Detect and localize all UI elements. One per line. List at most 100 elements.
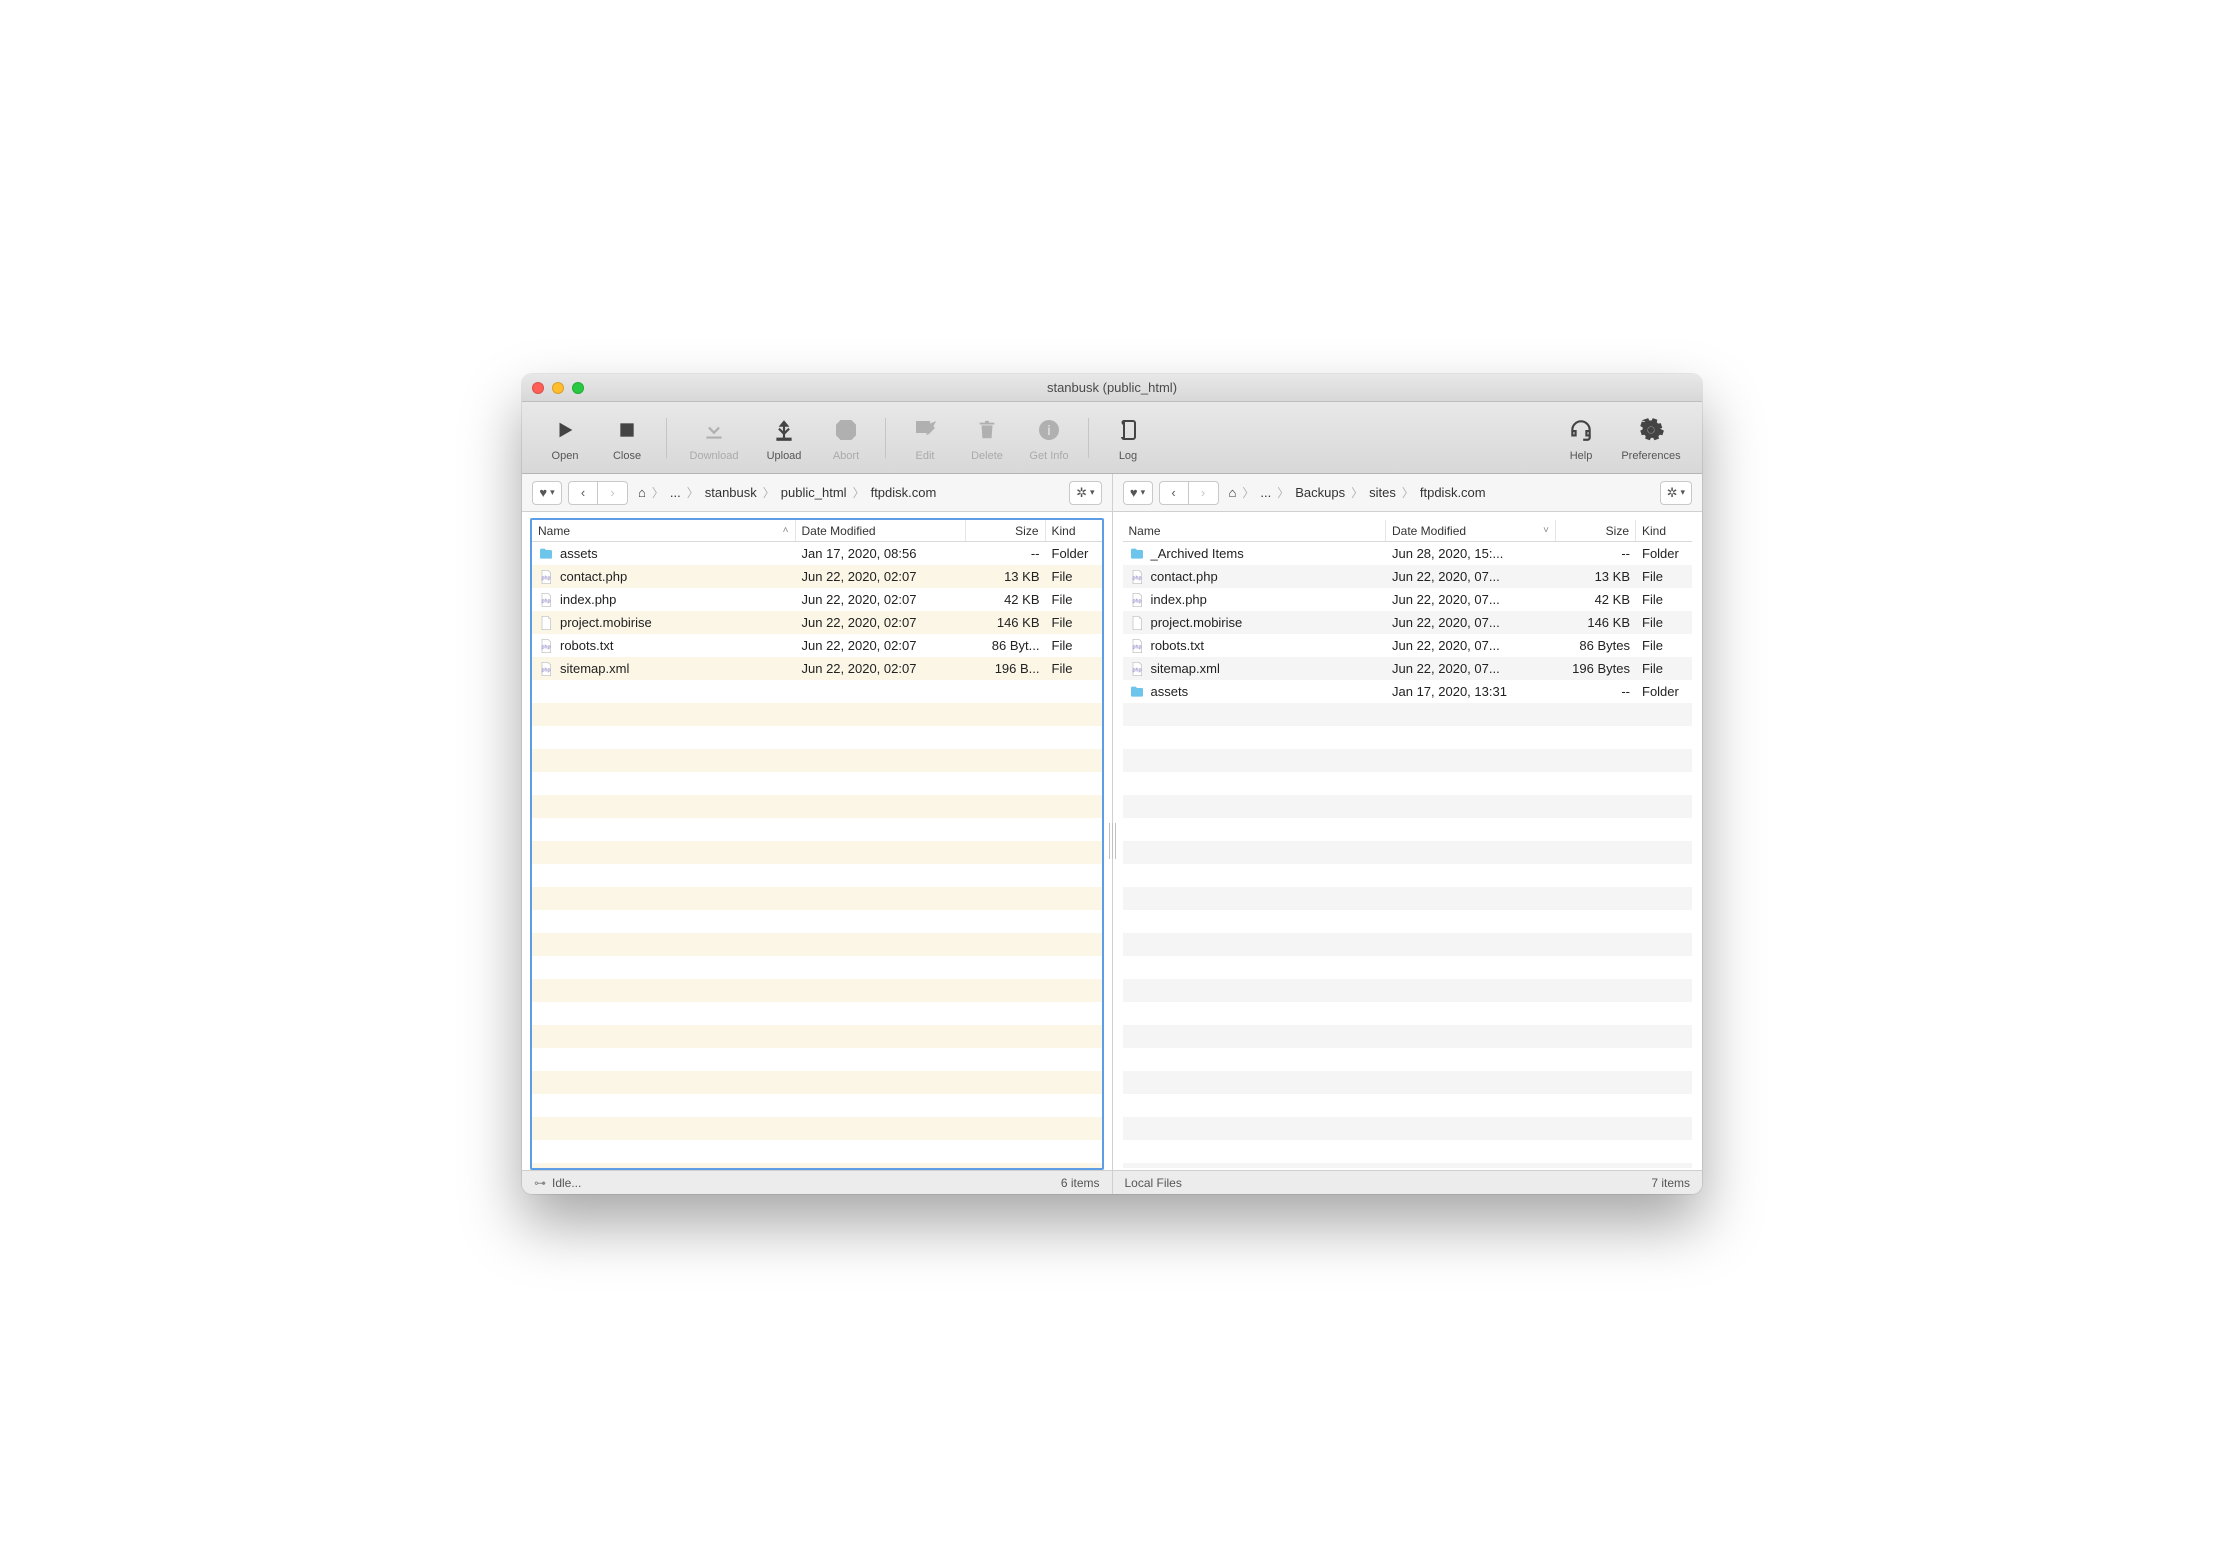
status-text: Idle... (552, 1176, 581, 1190)
file-kind: Folder (1636, 684, 1692, 699)
abort-icon (830, 414, 862, 446)
file-date: Jan 17, 2020, 08:56 (796, 546, 966, 561)
breadcrumb-item[interactable]: ftpdisk.com (867, 483, 941, 502)
edit-button[interactable]: Edit (894, 414, 956, 462)
file-date: Jun 22, 2020, 02:07 (796, 638, 966, 653)
home-icon[interactable]: ⌂ (634, 483, 650, 502)
file-size: 146 KB (966, 615, 1046, 630)
file-date: Jan 17, 2020, 13:31 (1386, 684, 1556, 699)
table-row[interactable]: phpcontact.phpJun 22, 2020, 07...13 KBFi… (1123, 565, 1693, 588)
table-row[interactable]: phpcontact.phpJun 22, 2020, 02:0713 KBFi… (532, 565, 1102, 588)
breadcrumb-item[interactable]: ftpdisk.com (1416, 483, 1490, 502)
empty-row (532, 933, 1102, 956)
forward-button[interactable]: › (598, 481, 628, 505)
zoom-window-button[interactable] (572, 382, 584, 394)
actions-menu-button[interactable]: ✲ ▾ (1660, 481, 1692, 505)
left-pathbar: ♥ ▾ ‹ › ⌂〉 ...〉 stanbusk〉 public_html〉 f… (522, 474, 1113, 511)
download-button[interactable]: Download (675, 414, 753, 462)
file-kind: File (1636, 638, 1692, 653)
trash-icon (971, 414, 1003, 446)
actions-menu-button[interactable]: ✲ ▾ (1069, 481, 1101, 505)
file-date: Jun 22, 2020, 07... (1386, 569, 1556, 584)
file-kind: File (1046, 615, 1102, 630)
column-date[interactable]: Date Modified (796, 520, 966, 541)
help-button[interactable]: Help (1550, 414, 1612, 462)
file-size: 13 KB (1556, 569, 1636, 584)
column-name[interactable]: Name (1123, 520, 1387, 541)
empty-row (532, 887, 1102, 910)
back-button[interactable]: ‹ (1159, 481, 1189, 505)
getinfo-button[interactable]: i Get Info (1018, 414, 1080, 462)
column-kind[interactable]: Kind (1636, 520, 1692, 541)
svg-text:php: php (1132, 667, 1141, 673)
breadcrumb-ellipsis[interactable]: ... (666, 483, 685, 502)
file-size: 42 KB (966, 592, 1046, 607)
table-row[interactable]: phpindex.phpJun 22, 2020, 07...42 KBFile (1123, 588, 1693, 611)
php-icon: php (538, 661, 554, 677)
table-row[interactable]: phpsitemap.xmlJun 22, 2020, 02:07196 B..… (532, 657, 1102, 680)
column-size[interactable]: Size (966, 520, 1046, 541)
table-row[interactable]: phpindex.phpJun 22, 2020, 02:0742 KBFile (532, 588, 1102, 611)
download-icon (698, 414, 730, 446)
empty-row (1123, 956, 1693, 979)
headset-icon (1565, 414, 1597, 446)
breadcrumb-item[interactable]: public_html (777, 483, 851, 502)
column-date[interactable]: Date Modified˅ (1386, 520, 1556, 541)
breadcrumb[interactable]: ⌂〉 ...〉 stanbusk〉 public_html〉 ftpdisk.c… (634, 483, 940, 502)
log-button[interactable]: Log (1097, 414, 1159, 462)
column-name[interactable]: Name˄ (532, 520, 796, 541)
empty-row (532, 1002, 1102, 1025)
breadcrumb-item[interactable]: Backups (1291, 483, 1349, 502)
titlebar[interactable]: stanbusk (public_html) (522, 374, 1702, 402)
table-row[interactable]: phprobots.txtJun 22, 2020, 07...86 Bytes… (1123, 634, 1693, 657)
empty-row (532, 979, 1102, 1002)
table-row[interactable]: project.mobiriseJun 22, 2020, 02:07146 K… (532, 611, 1102, 634)
favorites-button[interactable]: ♥ ▾ (1123, 481, 1153, 505)
close-window-button[interactable] (532, 382, 544, 394)
table-row[interactable]: phpsitemap.xmlJun 22, 2020, 07...196 Byt… (1123, 657, 1693, 680)
table-row[interactable]: project.mobiriseJun 22, 2020, 07...146 K… (1123, 611, 1693, 634)
back-button[interactable]: ‹ (568, 481, 598, 505)
delete-button[interactable]: Delete (956, 414, 1018, 462)
folder-icon (1129, 684, 1145, 700)
local-file-list[interactable]: Name Date Modified˅ Size Kind _Archived … (1121, 518, 1695, 1170)
breadcrumb[interactable]: ⌂〉 ...〉 Backups〉 sites〉 ftpdisk.com (1225, 483, 1490, 502)
empty-row (532, 1094, 1102, 1117)
sort-desc-icon: ˅ (1543, 525, 1549, 536)
upload-button[interactable]: Upload (753, 414, 815, 462)
empty-row (1123, 1163, 1693, 1168)
svg-text:php: php (1132, 575, 1141, 581)
favorites-button[interactable]: ♥ ▾ (532, 481, 562, 505)
file-size: 146 KB (1556, 615, 1636, 630)
breadcrumb-item[interactable]: sites (1365, 483, 1400, 502)
file-name: project.mobirise (1151, 615, 1243, 630)
open-button[interactable]: Open (534, 414, 596, 462)
svg-text:php: php (542, 644, 551, 650)
table-row[interactable]: _Archived ItemsJun 28, 2020, 15:...--Fol… (1123, 542, 1693, 565)
empty-row (1123, 818, 1693, 841)
file-name: _Archived Items (1151, 546, 1244, 561)
gear-icon (1635, 414, 1667, 446)
close-button[interactable]: Close (596, 414, 658, 462)
file-name: index.php (1151, 592, 1207, 607)
table-row[interactable]: assetsJan 17, 2020, 13:31--Folder (1123, 680, 1693, 703)
table-row[interactable]: phprobots.txtJun 22, 2020, 02:0786 Byt..… (532, 634, 1102, 657)
empty-row (532, 1025, 1102, 1048)
column-kind[interactable]: Kind (1046, 520, 1102, 541)
breadcrumb-ellipsis[interactable]: ... (1256, 483, 1275, 502)
empty-row (1123, 1048, 1693, 1071)
minimize-window-button[interactable] (552, 382, 564, 394)
remote-file-list[interactable]: Name˄ Date Modified Size Kind assetsJan … (530, 518, 1104, 1170)
php-icon: php (1129, 569, 1145, 585)
abort-button[interactable]: Abort (815, 414, 877, 462)
table-header: Name˄ Date Modified Size Kind (532, 520, 1102, 542)
preferences-button[interactable]: Preferences (1612, 414, 1690, 462)
breadcrumb-item[interactable]: stanbusk (701, 483, 761, 502)
file-kind: File (1046, 661, 1102, 676)
item-count: 6 items (1061, 1176, 1100, 1190)
table-row[interactable]: assetsJan 17, 2020, 08:56--Folder (532, 542, 1102, 565)
forward-button[interactable]: › (1189, 481, 1219, 505)
empty-row (1123, 1002, 1693, 1025)
home-icon[interactable]: ⌂ (1225, 483, 1241, 502)
column-size[interactable]: Size (1556, 520, 1636, 541)
